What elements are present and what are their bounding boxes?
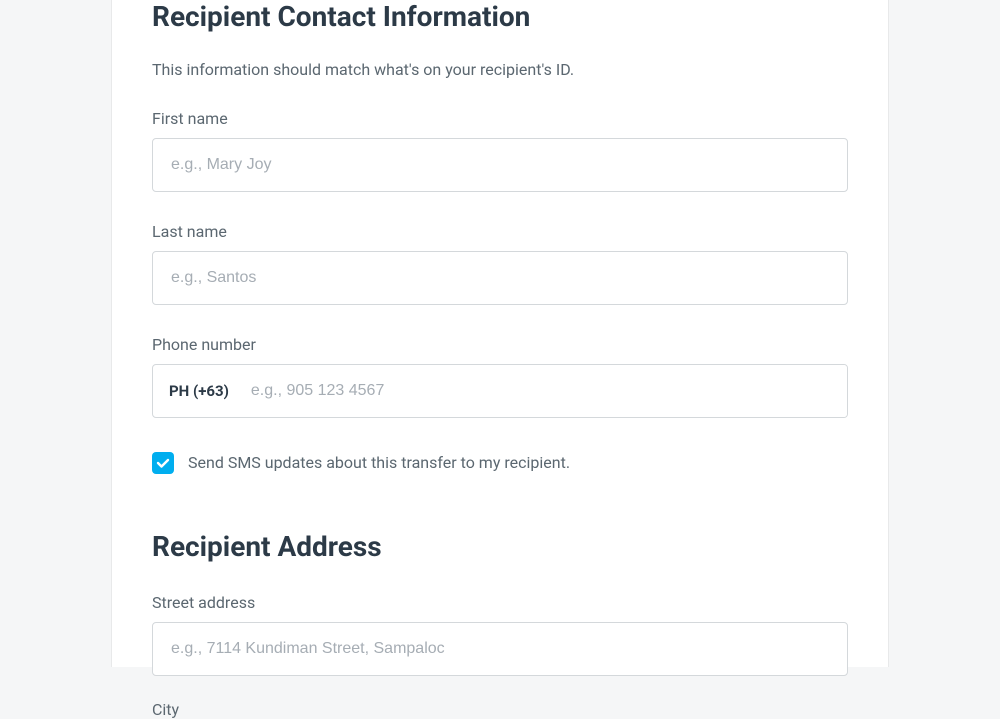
form-panel: Recipient Contact Information This infor… [111,0,889,667]
first-name-input[interactable] [152,138,848,192]
phone-country-prefix[interactable]: PH (+63) [153,382,247,400]
city-field-group: City [152,700,848,719]
sms-checkbox[interactable] [152,452,174,474]
sms-checkbox-label: Send SMS updates about this transfer to … [188,453,570,472]
checkmark-icon [156,456,170,470]
first-name-label: First name [152,109,848,128]
phone-input-container: PH (+63) [152,364,848,418]
address-section-title: Recipient Address [152,530,848,563]
street-address-field-group: Street address [152,593,848,676]
last-name-label: Last name [152,222,848,241]
sms-checkbox-row: Send SMS updates about this transfer to … [152,452,848,474]
phone-number-input[interactable] [247,365,847,417]
city-label: City [152,700,848,719]
first-name-field-group: First name [152,109,848,192]
contact-section-title: Recipient Contact Information [152,0,848,34]
last-name-field-group: Last name [152,222,848,305]
contact-section-subtitle: This information should match what's on … [152,60,848,79]
street-address-label: Street address [152,593,848,612]
last-name-input[interactable] [152,251,848,305]
phone-number-label: Phone number [152,335,848,354]
street-address-input[interactable] [152,622,848,676]
phone-field-group: Phone number PH (+63) [152,335,848,418]
